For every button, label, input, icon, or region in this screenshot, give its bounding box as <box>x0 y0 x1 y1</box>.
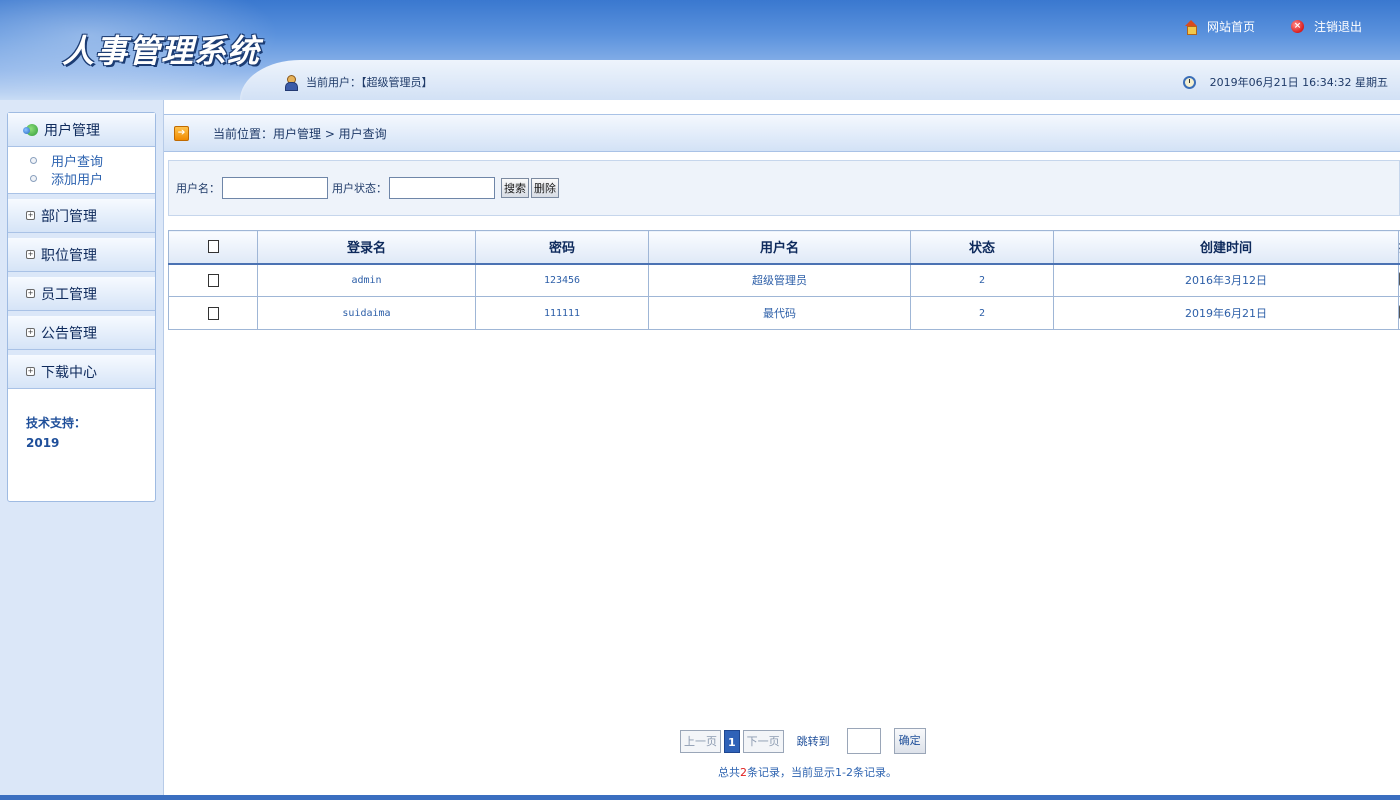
breadcrumb: 当前位置：用户管理 > 用户查询 <box>213 126 387 141</box>
select-all-checkbox[interactable] <box>207 240 219 254</box>
current-user-label: 当前用户：【超级管理员】 <box>306 76 433 89</box>
bullet-icon <box>30 156 37 164</box>
cell-created: 2016年3月12日 <box>1053 263 1399 297</box>
home-link-label: 网站首页 <box>1206 20 1255 34</box>
cell-password: 123456 <box>475 263 649 297</box>
jump-page-input[interactable] <box>846 728 881 754</box>
search-button[interactable]: 搜索 <box>501 178 529 198</box>
status-label: 用户状态： <box>332 182 387 195</box>
user-icon <box>284 75 298 91</box>
col-header-status: 状态 <box>910 230 1054 265</box>
current-user: 当前用户：【超级管理员】 <box>284 74 433 91</box>
cell-login: suidaima <box>257 296 476 330</box>
col-header-login: 登录名 <box>257 230 476 265</box>
logout-link-label: 注销退出 <box>1313 20 1362 34</box>
col-header-username: 用户名 <box>648 230 911 265</box>
col-header-password: 密码 <box>475 230 649 265</box>
logout-icon: × <box>1290 20 1304 33</box>
sidebar-item-label: 职位管理 <box>41 247 97 264</box>
sidebar-item-label: 员工管理 <box>41 286 97 303</box>
prev-page-button[interactable]: 上一页 <box>680 729 721 753</box>
sidebar-item-label: 部门管理 <box>41 208 97 225</box>
breadcrumb-bar: ➔ 当前位置：用户管理 > 用户查询 <box>164 114 1400 152</box>
clock-icon <box>1182 75 1196 89</box>
main-content: ➔ 当前位置：用户管理 > 用户查询 用户名： 用户状态： 搜索 删除 登录名 … <box>164 100 1400 796</box>
sidebar-subitem-label: 用户查询 <box>51 154 104 170</box>
row-checkbox[interactable] <box>207 274 219 287</box>
cell-password: 111111 <box>475 296 649 330</box>
sidebar-item-notice-management[interactable]: + 公告管理 <box>8 316 155 350</box>
sidebar-item-employee-management[interactable]: + 员工管理 <box>8 277 155 311</box>
pagination: 上一页 1 下一页 跳转到 确定 <box>680 728 926 754</box>
tech-support-label: 技术支持： <box>26 416 87 430</box>
row-select-cell <box>168 263 258 297</box>
user-submenu: 用户查询 添加用户 <box>8 147 155 194</box>
table-row: suidaima 111111 最代码 2 2019年6月21日 <box>168 296 1400 330</box>
current-page-button[interactable]: 1 <box>724 729 740 753</box>
jump-confirm-button[interactable]: 确定 <box>893 728 926 754</box>
user-table: 登录名 密码 用户名 状态 创建时间 操 admin 123456 超级管理员 … <box>168 230 1400 330</box>
app-title: 人事管理系统 <box>62 32 261 70</box>
sidebar: 用户管理 用户查询 添加用户 + 部门管理 + 职位管理 + 员工管理 + 公告… <box>0 100 164 796</box>
row-select-cell <box>168 296 258 330</box>
tech-support: 技术支持： 2019 <box>8 389 155 453</box>
home-link[interactable]: 网站首页 <box>1184 18 1255 35</box>
sidebar-subitem-label: 添加用户 <box>51 172 104 188</box>
expand-icon: + <box>26 328 35 337</box>
cell-status: 2 <box>910 296 1054 330</box>
search-form: 用户名： 用户状态： 搜索 删除 <box>168 160 1400 216</box>
logout-link[interactable]: × 注销退出 <box>1290 18 1362 35</box>
pager-info: 总共2条记录，当前显示1-2条记录。 <box>718 764 897 780</box>
sidebar-item-download-center[interactable]: + 下载中心 <box>8 355 155 389</box>
bottom-border <box>0 795 1400 800</box>
pager-info-prefix: 总共 <box>718 766 740 779</box>
sidebar-item-user-management[interactable]: 用户管理 <box>8 113 155 147</box>
home-icon <box>1184 20 1197 35</box>
sidebar-subitem-add-user[interactable]: 添加用户 <box>8 169 155 188</box>
cell-username: 最代码 <box>648 296 911 330</box>
pager-total: 2 <box>740 766 747 779</box>
users-icon <box>23 123 38 136</box>
datetime-display: 2019年06月21日 16:34:32 星期五 <box>1182 74 1388 90</box>
row-checkbox[interactable] <box>207 306 219 320</box>
expand-icon: + <box>26 250 35 259</box>
location-arrow-icon: ➔ <box>174 125 189 141</box>
cell-status: 2 <box>910 263 1054 297</box>
pager-info-suffix: 条记录，当前显示1-2条记录。 <box>747 766 897 779</box>
sidebar-item-label: 公告管理 <box>41 325 97 342</box>
cell-created: 2019年6月21日 <box>1053 296 1399 330</box>
cell-login: admin <box>257 263 476 297</box>
username-label: 用户名： <box>176 182 220 195</box>
sidebar-item-label: 下载中心 <box>41 364 97 381</box>
sidebar-item-position-management[interactable]: + 职位管理 <box>8 238 155 272</box>
cell-username: 超级管理员 <box>648 263 911 297</box>
expand-icon: + <box>26 367 35 376</box>
bullet-icon <box>30 174 37 182</box>
tech-support-year: 2019 <box>26 436 60 450</box>
sidebar-item-label: 用户管理 <box>44 122 100 139</box>
select-all-cell <box>168 230 258 265</box>
top-links: 网站首页 × 注销退出 <box>1184 18 1362 35</box>
expand-icon: + <box>26 211 35 220</box>
table-header-row: 登录名 密码 用户名 状态 创建时间 操 <box>168 230 1400 265</box>
sidebar-menu: 用户管理 用户查询 添加用户 + 部门管理 + 职位管理 + 员工管理 + 公告… <box>7 112 156 502</box>
status-input[interactable] <box>389 177 495 199</box>
jump-label: 跳转到 <box>796 735 830 748</box>
username-input[interactable] <box>222 177 328 199</box>
col-header-created: 创建时间 <box>1053 230 1399 265</box>
expand-icon: + <box>26 289 35 298</box>
table-row: admin 123456 超级管理员 2 2016年3月12日 <box>168 263 1400 297</box>
app-header: 人事管理系统 网站首页 × 注销退出 当前用户：【超级管理员】 2019年06月… <box>0 0 1400 100</box>
sidebar-subitem-user-query[interactable]: 用户查询 <box>8 151 155 170</box>
delete-button[interactable]: 删除 <box>531 178 559 198</box>
sidebar-item-dept-management[interactable]: + 部门管理 <box>8 199 155 233</box>
next-page-button[interactable]: 下一页 <box>742 729 784 753</box>
datetime-label: 2019年06月21日 16:34:32 星期五 <box>1209 76 1388 89</box>
